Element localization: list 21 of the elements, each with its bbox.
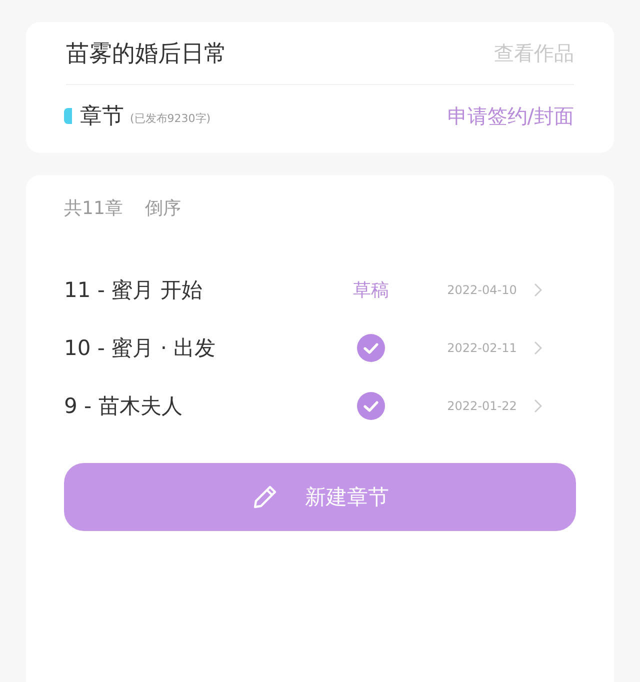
sort-toggle[interactable]: 倒序 bbox=[144, 196, 181, 220]
chapter-count: 共11章 bbox=[64, 197, 123, 220]
section-marker-icon bbox=[64, 108, 72, 124]
chapter-title[interactable]: 10 - 蜜月 · 出发 bbox=[64, 334, 332, 362]
new-chapter-button[interactable]: 新建章节 bbox=[64, 463, 576, 531]
chevron-right-icon[interactable] bbox=[534, 341, 542, 355]
chapter-title[interactable]: 9 - 苗木夫人 bbox=[64, 392, 332, 420]
check-icon bbox=[357, 392, 385, 420]
work-title: 苗雾的婚后日常 bbox=[66, 40, 227, 68]
chapter-date: 2022-04-10 bbox=[446, 283, 518, 297]
chevron-right-icon[interactable] bbox=[534, 399, 542, 413]
pencil-icon bbox=[251, 483, 279, 511]
section-label: 章节 bbox=[80, 103, 124, 131]
draft-status: 草稿 bbox=[353, 279, 389, 302]
check-icon bbox=[357, 334, 385, 362]
chapter-date: 2022-01-22 bbox=[446, 399, 518, 413]
chapter-title[interactable]: 11 - 蜜月 开始 bbox=[64, 276, 332, 304]
sign-cover-link[interactable]: 申请签约/封面 bbox=[447, 102, 574, 130]
published-note: (已发布9230字) bbox=[130, 110, 211, 126]
chapter-date: 2022-02-11 bbox=[446, 341, 518, 355]
chevron-right-icon[interactable] bbox=[534, 283, 542, 297]
